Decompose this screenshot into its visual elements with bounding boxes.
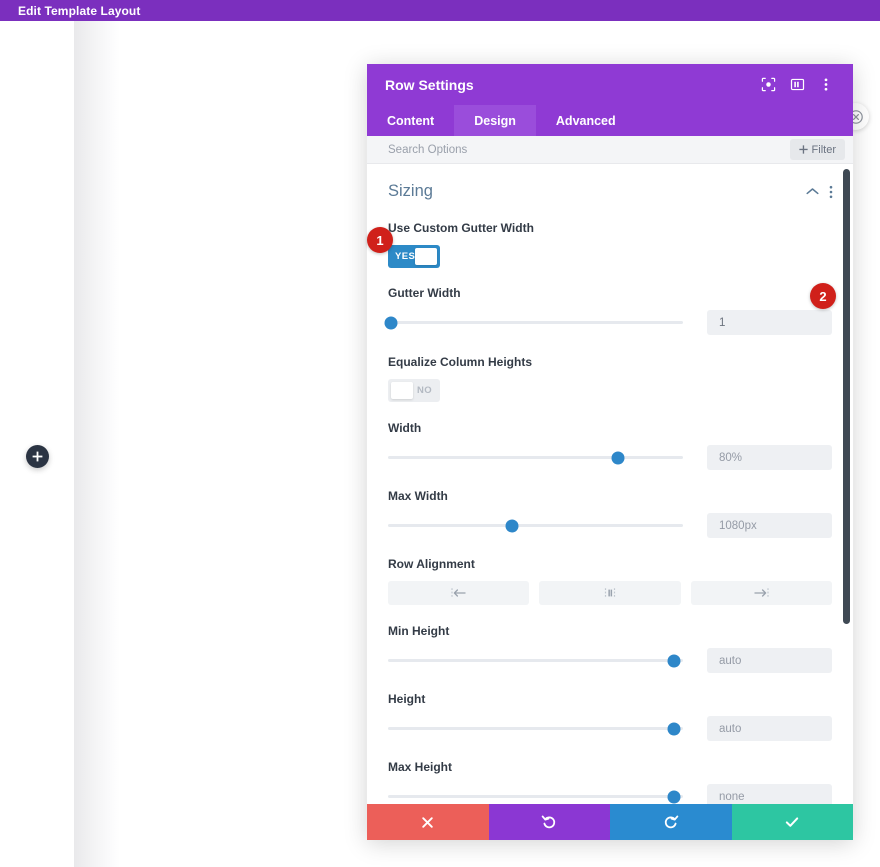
- field-height: Height auto: [367, 692, 853, 741]
- slider-row-gutter-width: 1: [384, 310, 832, 335]
- admin-bar: Edit Template Layout: [0, 0, 880, 21]
- label-width: Width: [388, 421, 422, 435]
- input-max-width[interactable]: 1080px: [707, 513, 832, 538]
- field-max-height: Max Height none: [367, 760, 853, 804]
- section-header-sizing[interactable]: Sizing: [367, 164, 853, 209]
- undo-button[interactable]: [488, 804, 610, 840]
- toggle-label-no: NO: [416, 385, 432, 396]
- field-row-alignment: Row Alignment: [367, 557, 853, 605]
- admin-bar-title: Edit Template Layout: [18, 3, 141, 18]
- label-height: Height: [388, 692, 426, 706]
- slider-track: [388, 519, 683, 532]
- settings-scroll-content: Sizing Use Custom Gutter Width YES Gutte…: [367, 164, 853, 804]
- slider-max-height[interactable]: [388, 788, 707, 805]
- label-max-height: Max Height: [388, 760, 453, 774]
- section-title-sizing: Sizing: [388, 182, 433, 200]
- step-badge-2: 2: [810, 283, 836, 309]
- input-gutter-width[interactable]: 1: [707, 310, 832, 335]
- input-max-height[interactable]: none: [707, 784, 832, 804]
- toggle-knob: [391, 382, 413, 399]
- slider-height[interactable]: [388, 720, 707, 738]
- plus-icon: [32, 451, 43, 462]
- slider-handle[interactable]: [667, 722, 681, 735]
- align-center-button[interactable]: [539, 581, 681, 605]
- label-row-alignment: Row Alignment: [388, 557, 475, 571]
- redo-icon: [664, 815, 679, 829]
- align-center-icon: [604, 588, 616, 598]
- slider-track: [388, 722, 683, 735]
- align-left-button[interactable]: [388, 581, 530, 605]
- slider-handle[interactable]: [505, 519, 519, 532]
- check-icon: [786, 817, 799, 827]
- slider-row-height: auto: [388, 716, 832, 741]
- tab-content[interactable]: Content: [367, 105, 454, 136]
- label-min-height: Min Height: [388, 624, 450, 638]
- vertical-dots-icon[interactable]: [815, 74, 837, 96]
- input-min-height[interactable]: auto: [707, 648, 832, 673]
- filter-label: Filter: [811, 143, 836, 156]
- slider-handle[interactable]: [384, 316, 398, 329]
- slider-handle[interactable]: [667, 654, 681, 667]
- undo-icon: [541, 815, 556, 829]
- label-equalize-column-heights: Equalize Column Heights: [388, 355, 533, 369]
- align-right-button[interactable]: [690, 581, 832, 605]
- tab-advanced[interactable]: Advanced: [536, 105, 636, 136]
- field-use-custom-gutter-width: Use Custom Gutter Width YES: [367, 221, 853, 268]
- redo-button[interactable]: [610, 804, 732, 840]
- toggle-equalize-column-heights[interactable]: NO: [388, 379, 440, 402]
- search-bar: Search Options Filter: [367, 136, 853, 164]
- page-sheet-shadow: [74, 21, 120, 867]
- field-max-width: Max Width 1080px: [367, 489, 853, 538]
- search-input[interactable]: Search Options: [388, 144, 790, 156]
- slider-row-max-width: 1080px: [388, 513, 832, 538]
- slider-handle[interactable]: [611, 451, 625, 464]
- slider-row-max-height: none: [388, 784, 832, 804]
- plus-icon: [798, 145, 808, 154]
- chevron-up-icon[interactable]: [806, 187, 819, 196]
- vertical-dots-icon[interactable]: [829, 185, 833, 199]
- toggle-knob: [415, 248, 437, 265]
- row-settings-modal: Row Settings Content Design Advanced Sea…: [367, 64, 853, 840]
- field-min-height: Min Height auto: [367, 624, 853, 673]
- tab-design[interactable]: Design: [454, 105, 536, 136]
- modal-body: Sizing Use Custom Gutter Width YES Gutte…: [367, 164, 853, 804]
- label-gutter-width: Gutter Width: [388, 286, 461, 300]
- toggle-use-custom-gutter-width[interactable]: YES: [388, 245, 440, 268]
- align-left-icon: [451, 588, 466, 598]
- toggle-label-yes: YES: [395, 251, 416, 262]
- row-alignment-options: [388, 581, 832, 605]
- input-width[interactable]: 80%: [707, 445, 832, 470]
- modal-action-bar: [367, 804, 853, 840]
- filter-button[interactable]: Filter: [789, 139, 845, 160]
- vertical-scrollbar[interactable]: [843, 169, 850, 624]
- slider-track: [388, 654, 683, 667]
- slider-track: [388, 790, 683, 803]
- slider-width[interactable]: [388, 449, 707, 467]
- x-icon: [422, 816, 433, 828]
- slider-row-width: 80%: [388, 445, 832, 470]
- label-max-width: Max Width: [388, 489, 448, 503]
- add-section-button[interactable]: [26, 445, 49, 468]
- slider-row-min-height: auto: [388, 648, 832, 673]
- step-badge-1: 1: [367, 227, 393, 253]
- modal-tabs: Content Design Advanced: [367, 105, 853, 136]
- slider-min-height[interactable]: [388, 652, 707, 670]
- target-icon[interactable]: [757, 74, 779, 96]
- cancel-button[interactable]: [367, 804, 489, 840]
- field-gutter-width: Gutter Width 1: [367, 286, 853, 335]
- field-width: Width 80%: [367, 421, 853, 470]
- label-use-custom-gutter-width: Use Custom Gutter Width: [388, 221, 534, 235]
- align-right-icon: [754, 588, 769, 598]
- slider-track: [388, 451, 683, 464]
- slider-gutter-width[interactable]: [384, 314, 707, 332]
- modal-title: Row Settings: [385, 76, 474, 93]
- slider-max-width[interactable]: [388, 517, 707, 535]
- modal-header: Row Settings: [367, 64, 853, 105]
- save-button[interactable]: [731, 804, 853, 840]
- input-height[interactable]: auto: [707, 716, 832, 741]
- field-equalize-column-heights: Equalize Column Heights NO: [367, 355, 853, 402]
- panel-layout-icon[interactable]: [786, 74, 808, 96]
- slider-handle[interactable]: [667, 790, 681, 803]
- slider-track: [384, 316, 683, 329]
